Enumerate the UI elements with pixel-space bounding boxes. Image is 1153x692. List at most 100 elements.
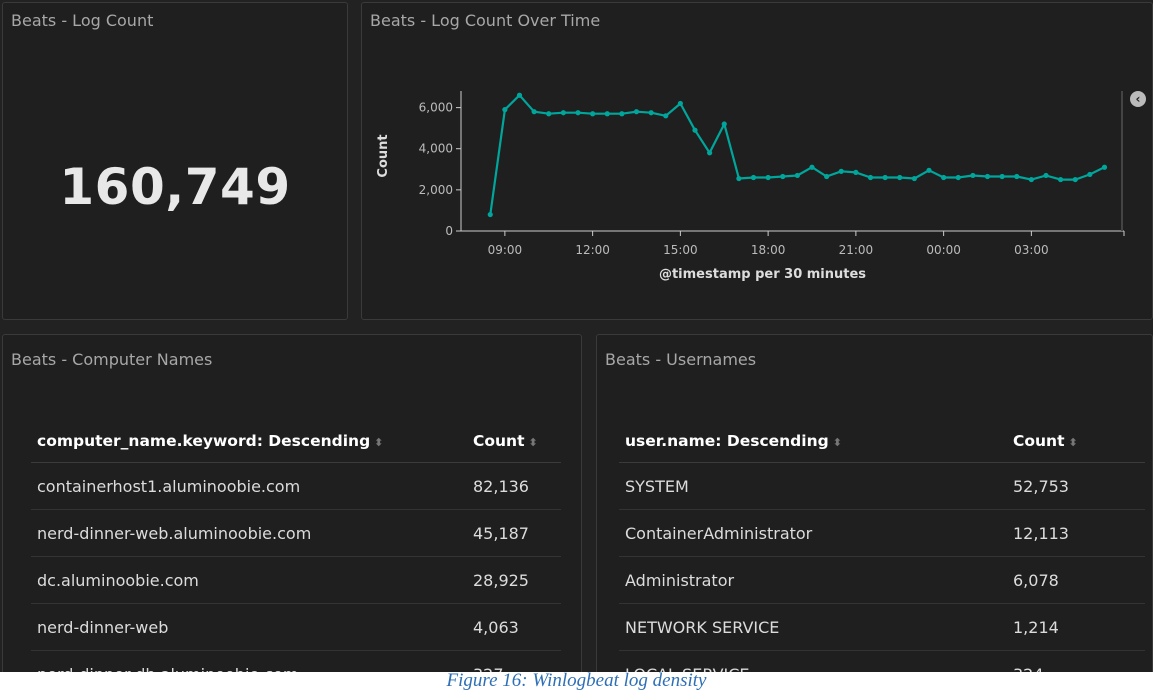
table-row: Administrator 6,078 xyxy=(619,556,1145,604)
cell-count: 52,753 xyxy=(1007,462,1145,510)
sort-icon[interactable]: ⬍ xyxy=(833,436,842,449)
column-header-count[interactable]: Count ⬍ xyxy=(467,420,561,463)
computer-names-table: computer_name.keyword: Descending ⬍ Count… xyxy=(31,420,561,672)
data-point xyxy=(633,109,640,115)
data-point xyxy=(619,111,625,117)
chevron-left-icon[interactable]: ‹ xyxy=(1130,91,1146,107)
y-tick-label: 2,000 xyxy=(419,183,453,197)
column-header-user-name[interactable]: user.name: Descending ⬍ xyxy=(619,420,1007,463)
data-point xyxy=(1101,164,1108,170)
cell-count: 82,136 xyxy=(467,462,561,510)
figure-caption: Figure 16: Winlogbeat log density xyxy=(446,670,707,691)
cell-count: 4,063 xyxy=(467,603,561,651)
x-tick-label: 21:00 xyxy=(839,243,874,257)
table-header-row: user.name: Descending ⬍ Count ⬍ xyxy=(619,420,1145,463)
cell-name: dc.aluminoobie.com xyxy=(31,556,467,604)
panel-title: Beats - Log Count xyxy=(11,11,154,30)
data-point xyxy=(707,150,713,156)
cell-name: containerhost1.aluminoobie.com xyxy=(31,462,467,510)
cell-name: nerd-dinner-web xyxy=(31,603,467,651)
x-tick-label: 00:00 xyxy=(926,243,961,257)
data-point xyxy=(824,173,830,180)
data-point xyxy=(941,174,947,181)
data-point xyxy=(648,110,654,116)
cell-name: nerd-dinner-web.aluminoobie.com xyxy=(31,509,467,557)
usernames-panel: Beats - Usernames user.name: Descending ⬍… xyxy=(596,334,1153,672)
x-tick-label: 18:00 xyxy=(751,243,786,257)
data-point xyxy=(794,172,800,179)
data-point xyxy=(560,110,566,116)
cell-count: 45,187 xyxy=(467,509,561,557)
cell-name: LOCAL SERVICE xyxy=(619,650,1007,672)
cell-count: 1,214 xyxy=(1007,603,1145,651)
y-axis-label: Count xyxy=(376,134,391,177)
series-line xyxy=(489,94,1105,215)
cell-count: 28,925 xyxy=(467,556,561,604)
table-row: dc.aluminoobie.com 28,925 xyxy=(31,556,561,604)
cell-name: NETWORK SERVICE xyxy=(619,603,1007,651)
data-point xyxy=(999,173,1005,180)
data-point xyxy=(838,168,844,174)
panel-title: Beats - Usernames xyxy=(605,350,757,369)
data-point xyxy=(809,164,815,170)
x-tick-label: 09:00 xyxy=(488,243,523,257)
data-point xyxy=(897,174,903,181)
sort-icon[interactable]: ⬍ xyxy=(529,436,538,449)
cell-count: 12,113 xyxy=(1007,509,1145,557)
table-row: nerd-dinner-web 4,063 xyxy=(31,603,561,651)
data-point xyxy=(516,92,523,98)
data-point xyxy=(487,211,493,218)
x-tick-label: 12:00 xyxy=(575,243,610,257)
data-point xyxy=(575,110,581,116)
cell-name: ContainerAdministrator xyxy=(619,509,1007,557)
data-point xyxy=(926,167,932,173)
data-point xyxy=(1072,176,1078,183)
data-point xyxy=(750,174,757,181)
data-point xyxy=(911,175,917,182)
data-point xyxy=(663,113,669,119)
data-point xyxy=(736,175,742,182)
table-header-row: computer_name.keyword: Descending ⬍ Count… xyxy=(31,420,561,463)
sort-icon[interactable]: ⬍ xyxy=(1069,436,1078,449)
data-point xyxy=(882,174,888,181)
table-row: nerd-dinner-db.aluminoobie.com327 xyxy=(31,650,561,672)
x-tick-label: 03:00 xyxy=(1014,243,1049,257)
data-point xyxy=(604,111,610,117)
data-point xyxy=(970,172,976,179)
data-point xyxy=(1014,173,1020,180)
data-point xyxy=(867,174,874,181)
column-header-computer-name[interactable]: computer_name.keyword: Descending ⬍ xyxy=(31,420,467,463)
log-count-panel: Beats - Log Count 160,749 xyxy=(2,2,348,320)
computer-names-panel: Beats - Computer Names computer_name.key… xyxy=(2,334,582,672)
x-tick-label: 15:00 xyxy=(663,243,698,257)
data-point xyxy=(692,127,698,133)
y-tick-label: 0 xyxy=(445,224,453,238)
data-point xyxy=(955,174,961,181)
sort-icon[interactable]: ⬍ xyxy=(374,436,383,449)
data-point xyxy=(721,121,727,127)
cell-count: 324 xyxy=(1007,650,1145,672)
panel-title: Beats - Computer Names xyxy=(11,350,213,369)
usernames-table: user.name: Descending ⬍ Count ⬍ SYSTEM 52,7… xyxy=(619,420,1145,672)
dashboard: Beats - Log Count 160,749 Beats - Log Co… xyxy=(0,0,1153,672)
data-point xyxy=(502,107,508,113)
table-row: nerd-dinner-web.aluminoobie.com 45,187 xyxy=(31,509,561,557)
cell-name: nerd-dinner-db.aluminoobie.com xyxy=(31,650,467,672)
data-point xyxy=(1028,176,1034,183)
data-point xyxy=(765,174,771,181)
cell-name: SYSTEM xyxy=(619,462,1007,510)
metric-value: 160,749 xyxy=(59,158,291,216)
data-point xyxy=(546,111,552,117)
data-point xyxy=(1043,172,1049,179)
data-point xyxy=(853,169,859,175)
cell-name: Administrator xyxy=(619,556,1007,604)
table-row: LOCAL SERVICE324 xyxy=(619,650,1145,672)
cell-count: 327 xyxy=(467,650,561,672)
table-row: ContainerAdministrator 12,113 xyxy=(619,509,1145,557)
cell-count: 6,078 xyxy=(1007,556,1145,604)
table-row: NETWORK SERVICE 1,214 xyxy=(619,603,1145,651)
column-header-count[interactable]: Count ⬍ xyxy=(1007,420,1145,463)
x-axis-label: @timestamp per 30 minutes xyxy=(659,267,866,282)
data-point xyxy=(531,109,537,115)
y-tick-label: 4,000 xyxy=(419,142,453,156)
